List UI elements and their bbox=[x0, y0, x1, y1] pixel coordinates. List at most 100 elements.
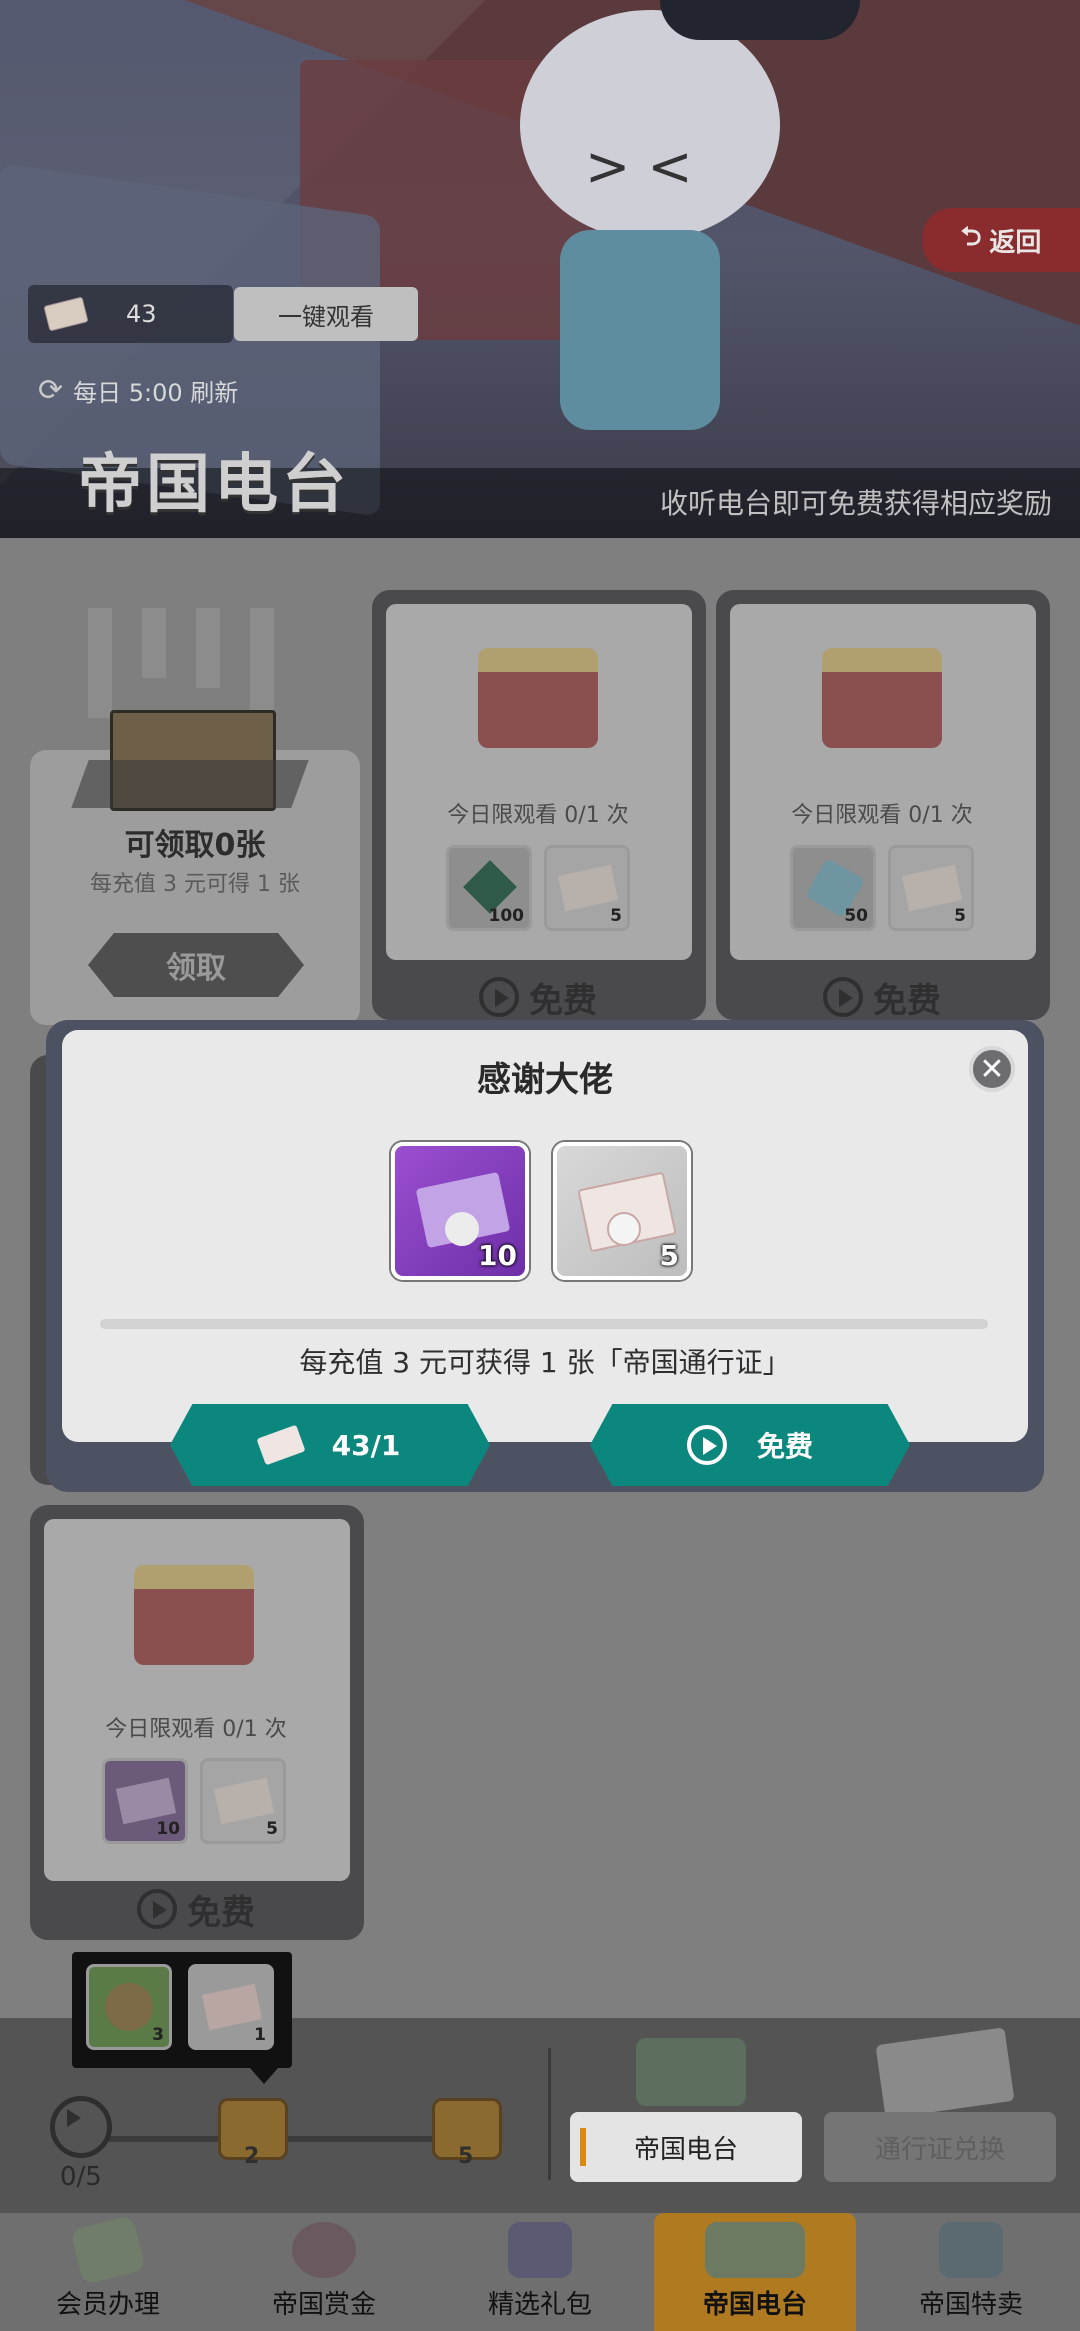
panel-divider bbox=[548, 2048, 551, 2180]
play-icon bbox=[137, 1889, 177, 1929]
free-button-label: 免费 bbox=[756, 1430, 813, 1463]
gift-box-icon bbox=[134, 1565, 254, 1665]
bottom-tab-bar: 会员办理 帝国赏金 精选礼包 帝国电台 帝国特卖 bbox=[0, 2213, 1080, 2331]
watch-all-button[interactable]: 一键观看 bbox=[234, 287, 418, 341]
return-icon: ⮌ bbox=[960, 222, 982, 252]
reward-count: 50 bbox=[844, 906, 868, 926]
tab-bounty[interactable]: 帝国赏金 bbox=[216, 2213, 432, 2331]
pass-ticket-icon bbox=[557, 864, 619, 912]
green-orb-icon bbox=[105, 1983, 153, 2031]
reward-count: 5 bbox=[954, 906, 966, 926]
close-button[interactable]: ✕ bbox=[969, 1046, 1015, 1092]
treasure-chest-icon bbox=[939, 2222, 1003, 2278]
claim-button[interactable]: 领取 bbox=[88, 933, 304, 997]
side-tab-label: 帝国电台 bbox=[633, 2134, 738, 2165]
tooltip-count: 1 bbox=[254, 2025, 266, 2045]
watch-limit: 今日限观看 0/1 次 bbox=[447, 803, 629, 828]
radio-scroll-icon bbox=[705, 2222, 805, 2278]
milestone-label: 2 bbox=[244, 2144, 260, 2169]
page-subtitle: 收听电台即可免费获得相应奖励 bbox=[659, 487, 1052, 520]
refresh-text: 每日 5:00 刷新 bbox=[73, 379, 239, 407]
reward-count: 10 bbox=[156, 1819, 180, 1839]
tab-label: 会员办理 bbox=[55, 2290, 160, 2320]
pass-ticket-icon bbox=[201, 1983, 263, 2031]
modal-title: 感谢大佬 bbox=[477, 1060, 613, 1100]
tab-membership[interactable]: 会员办理 bbox=[0, 2213, 216, 2331]
tab-label: 帝国赏金 bbox=[271, 2290, 376, 2320]
side-tab-label: 通行证兑换 bbox=[874, 2134, 1005, 2165]
back-label: 返回 bbox=[989, 227, 1042, 258]
back-button[interactable]: ⮌ 返回 bbox=[922, 208, 1080, 272]
progress-play-icon[interactable] bbox=[50, 2096, 112, 2158]
tab-special-sale[interactable]: 帝国特卖 bbox=[862, 2213, 1080, 2331]
modal-divider bbox=[100, 1319, 988, 1329]
free-watch-button[interactable]: 免费 bbox=[722, 972, 1042, 1022]
bounty-medal-icon bbox=[292, 2222, 356, 2278]
tab-label: 帝国特卖 bbox=[918, 2290, 1023, 2320]
play-icon bbox=[686, 1425, 727, 1465]
claim-title: 可领取0张 bbox=[124, 828, 266, 863]
reward-item: 5 bbox=[544, 845, 630, 931]
free-watch-button[interactable]: 免费 bbox=[36, 1884, 356, 1934]
claim-desc: 每充值 3 元可得 1 张 bbox=[90, 872, 300, 897]
free-watch-button[interactable]: 免费 bbox=[378, 972, 698, 1022]
gift-box-icon bbox=[478, 648, 598, 748]
progress-track bbox=[105, 2136, 475, 2142]
side-tab-radio[interactable]: 帝国电台 bbox=[570, 2112, 802, 2182]
reward-item: 10 bbox=[102, 1758, 188, 1844]
reward-count: 5 bbox=[610, 906, 622, 926]
tooltip-count: 3 bbox=[152, 2025, 164, 2045]
tab-radio[interactable]: 帝国电台 bbox=[654, 2213, 856, 2331]
modal-reward-item: 5 bbox=[553, 1142, 691, 1280]
play-icon bbox=[823, 977, 863, 1017]
free-label: 免费 bbox=[529, 980, 597, 1021]
refresh-icon: ⟳ bbox=[38, 373, 64, 408]
wooden-box-base bbox=[71, 760, 309, 808]
mascot-face-art: > < bbox=[585, 135, 693, 198]
modal-reward-count: 5 bbox=[659, 1239, 679, 1272]
free-button[interactable]: 免费 bbox=[590, 1404, 910, 1486]
tab-gift-packs[interactable]: 精选礼包 bbox=[432, 2213, 648, 2331]
mascot-head-art bbox=[520, 10, 780, 240]
watch-limit: 今日限观看 0/1 次 bbox=[791, 803, 973, 828]
pay-with-ticket-button[interactable]: 43/1 bbox=[170, 1404, 490, 1486]
free-label: 免费 bbox=[187, 1892, 255, 1933]
play-icon bbox=[479, 977, 519, 1017]
page-title: 帝国电台 bbox=[78, 448, 350, 522]
tooltip-item: 3 bbox=[86, 1964, 172, 2050]
reward-item: 5 bbox=[200, 1758, 286, 1844]
pass-ticket-icon bbox=[213, 1777, 275, 1825]
ticket-balance: 43 bbox=[28, 285, 233, 343]
pay-button-label: 43/1 bbox=[331, 1428, 401, 1462]
tooltip-item: 1 bbox=[188, 1964, 274, 2050]
purple-ticket-icon bbox=[115, 1777, 177, 1825]
mascot-body-art bbox=[560, 230, 720, 430]
tab-label: 帝国电台 bbox=[702, 2290, 807, 2320]
membership-card-icon bbox=[70, 2215, 146, 2285]
tab-label: 精选礼包 bbox=[487, 2290, 592, 2320]
pass-ticket-icon bbox=[901, 864, 963, 912]
close-icon: ✕ bbox=[979, 1051, 1005, 1087]
pass-ticket-icon bbox=[43, 296, 89, 332]
bars-decoration bbox=[88, 608, 288, 718]
gift-pack-icon bbox=[508, 2222, 572, 2278]
pass-ticket-icon bbox=[256, 1424, 306, 1466]
reward-item: 5 bbox=[888, 845, 974, 931]
reward-item: 100 bbox=[446, 845, 532, 931]
free-label: 免费 bbox=[873, 980, 941, 1021]
reward-item: 50 bbox=[790, 845, 876, 931]
reward-count: 100 bbox=[488, 906, 525, 926]
modal-note: 每充值 3 元可获得 1 张「帝国通行证」 bbox=[299, 1346, 791, 1379]
progress-count: 0/5 bbox=[60, 2162, 102, 2192]
gift-box-icon bbox=[822, 648, 942, 748]
mascot-hat-art bbox=[660, 0, 860, 40]
reward-count: 5 bbox=[266, 1819, 278, 1839]
tooltip-arrow bbox=[250, 2068, 278, 2084]
milestone-label: 5 bbox=[458, 2144, 474, 2169]
radio-scroll-icon bbox=[636, 2038, 746, 2106]
watch-limit: 今日限观看 0/1 次 bbox=[105, 1717, 287, 1742]
active-indicator bbox=[580, 2128, 586, 2166]
modal-reward-item: 10 bbox=[391, 1142, 529, 1280]
side-tab-exchange[interactable]: 通行证兑换 bbox=[824, 2112, 1056, 2182]
ticket-count: 43 bbox=[126, 300, 157, 328]
